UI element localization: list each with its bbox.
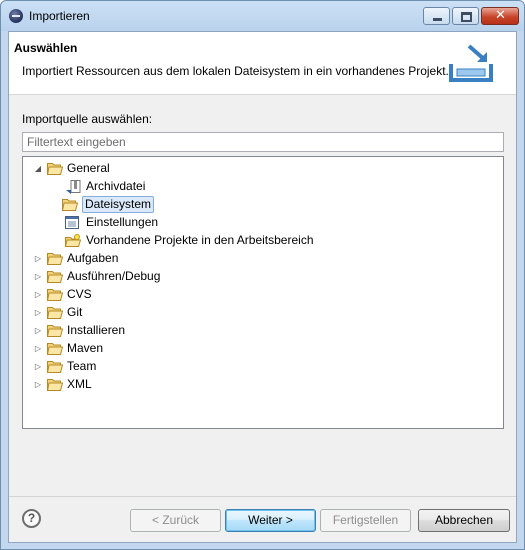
tree-node-label: Einstellungen bbox=[86, 215, 159, 229]
expand-arrow-icon[interactable]: ▷ bbox=[33, 358, 43, 375]
wizard-body: Importquelle auswählen: ◢ General Archiv… bbox=[9, 102, 516, 497]
expand-arrow-icon[interactable]: ▷ bbox=[33, 250, 43, 267]
expand-arrow-icon[interactable]: ▷ bbox=[33, 376, 43, 393]
expand-arrow-icon[interactable]: ▷ bbox=[33, 286, 43, 303]
help-icon[interactable]: ? bbox=[22, 509, 41, 528]
wizard-page-title: Auswählen bbox=[14, 41, 78, 55]
expand-arrow-icon[interactable]: ▷ bbox=[33, 304, 43, 321]
minimize-icon bbox=[433, 18, 442, 21]
folder-icon bbox=[47, 342, 63, 355]
cancel-button[interactable]: Abbrechen bbox=[418, 509, 510, 532]
tree-node-label: Team bbox=[67, 359, 97, 373]
folder-icon bbox=[47, 306, 63, 319]
import-dialog-window: Importieren ✕ Auswählen Importiert Resso… bbox=[0, 0, 525, 550]
filter-input[interactable] bbox=[22, 132, 504, 152]
project-folder-icon bbox=[65, 234, 81, 247]
tree-node-label: Aufgaben bbox=[67, 251, 119, 265]
folder-icon bbox=[47, 252, 63, 265]
next-button[interactable]: Weiter > bbox=[225, 509, 316, 532]
tree-node-label: Ausführen/Debug bbox=[67, 269, 161, 283]
folder-icon bbox=[47, 378, 63, 391]
tree-node-label: Archivdatei bbox=[86, 179, 146, 193]
expand-arrow-icon[interactable]: ▷ bbox=[33, 268, 43, 285]
folder-open-icon bbox=[47, 162, 63, 175]
archive-file-icon bbox=[66, 180, 82, 194]
dialog-client-area: Auswählen Importiert Ressourcen aus dem … bbox=[8, 31, 517, 543]
maximize-button[interactable] bbox=[452, 7, 479, 25]
maximize-icon bbox=[461, 12, 472, 22]
footer-separator bbox=[9, 496, 516, 497]
preferences-icon bbox=[65, 216, 81, 229]
wizard-header: Auswählen Importiert Ressourcen aus dem … bbox=[9, 32, 516, 95]
folder-icon bbox=[47, 360, 63, 373]
import-source-tree[interactable]: ◢ General Archivdatei Dateisystem Einste… bbox=[22, 156, 504, 429]
tree-node-label: XML bbox=[67, 377, 92, 391]
tree-node-label: Maven bbox=[67, 341, 104, 355]
window-title: Importieren bbox=[29, 9, 90, 23]
tree-node-label: Installieren bbox=[67, 323, 126, 337]
folder-icon bbox=[47, 288, 63, 301]
close-icon: ✕ bbox=[495, 8, 506, 23]
back-button[interactable]: < Zurück bbox=[130, 509, 221, 532]
collapse-arrow-icon[interactable]: ◢ bbox=[33, 160, 43, 177]
finish-button[interactable]: Fertigstellen bbox=[320, 509, 411, 532]
wizard-page-description: Importiert Ressourcen aus dem lokalen Da… bbox=[22, 64, 449, 78]
expand-arrow-icon[interactable]: ▷ bbox=[33, 322, 43, 339]
tree-node-label: Dateisystem bbox=[82, 196, 155, 213]
eclipse-app-icon bbox=[9, 9, 23, 23]
expand-arrow-icon[interactable]: ▷ bbox=[33, 340, 43, 357]
folder-icon bbox=[47, 270, 63, 283]
close-button[interactable]: ✕ bbox=[481, 7, 519, 25]
folder-icon bbox=[62, 198, 78, 211]
folder-icon bbox=[47, 324, 63, 337]
minimize-button[interactable] bbox=[423, 7, 450, 25]
import-source-label: Importquelle auswählen: bbox=[22, 112, 153, 126]
title-bar[interactable]: Importieren ✕ bbox=[1, 1, 524, 31]
tree-node-label: General bbox=[67, 161, 110, 175]
import-wizard-banner-icon bbox=[445, 42, 501, 86]
tree-node-label: Git bbox=[67, 305, 83, 319]
tree-node-label: CVS bbox=[67, 287, 92, 301]
tree-node-label: Vorhandene Projekte in den Arbeitsbereic… bbox=[86, 233, 314, 247]
